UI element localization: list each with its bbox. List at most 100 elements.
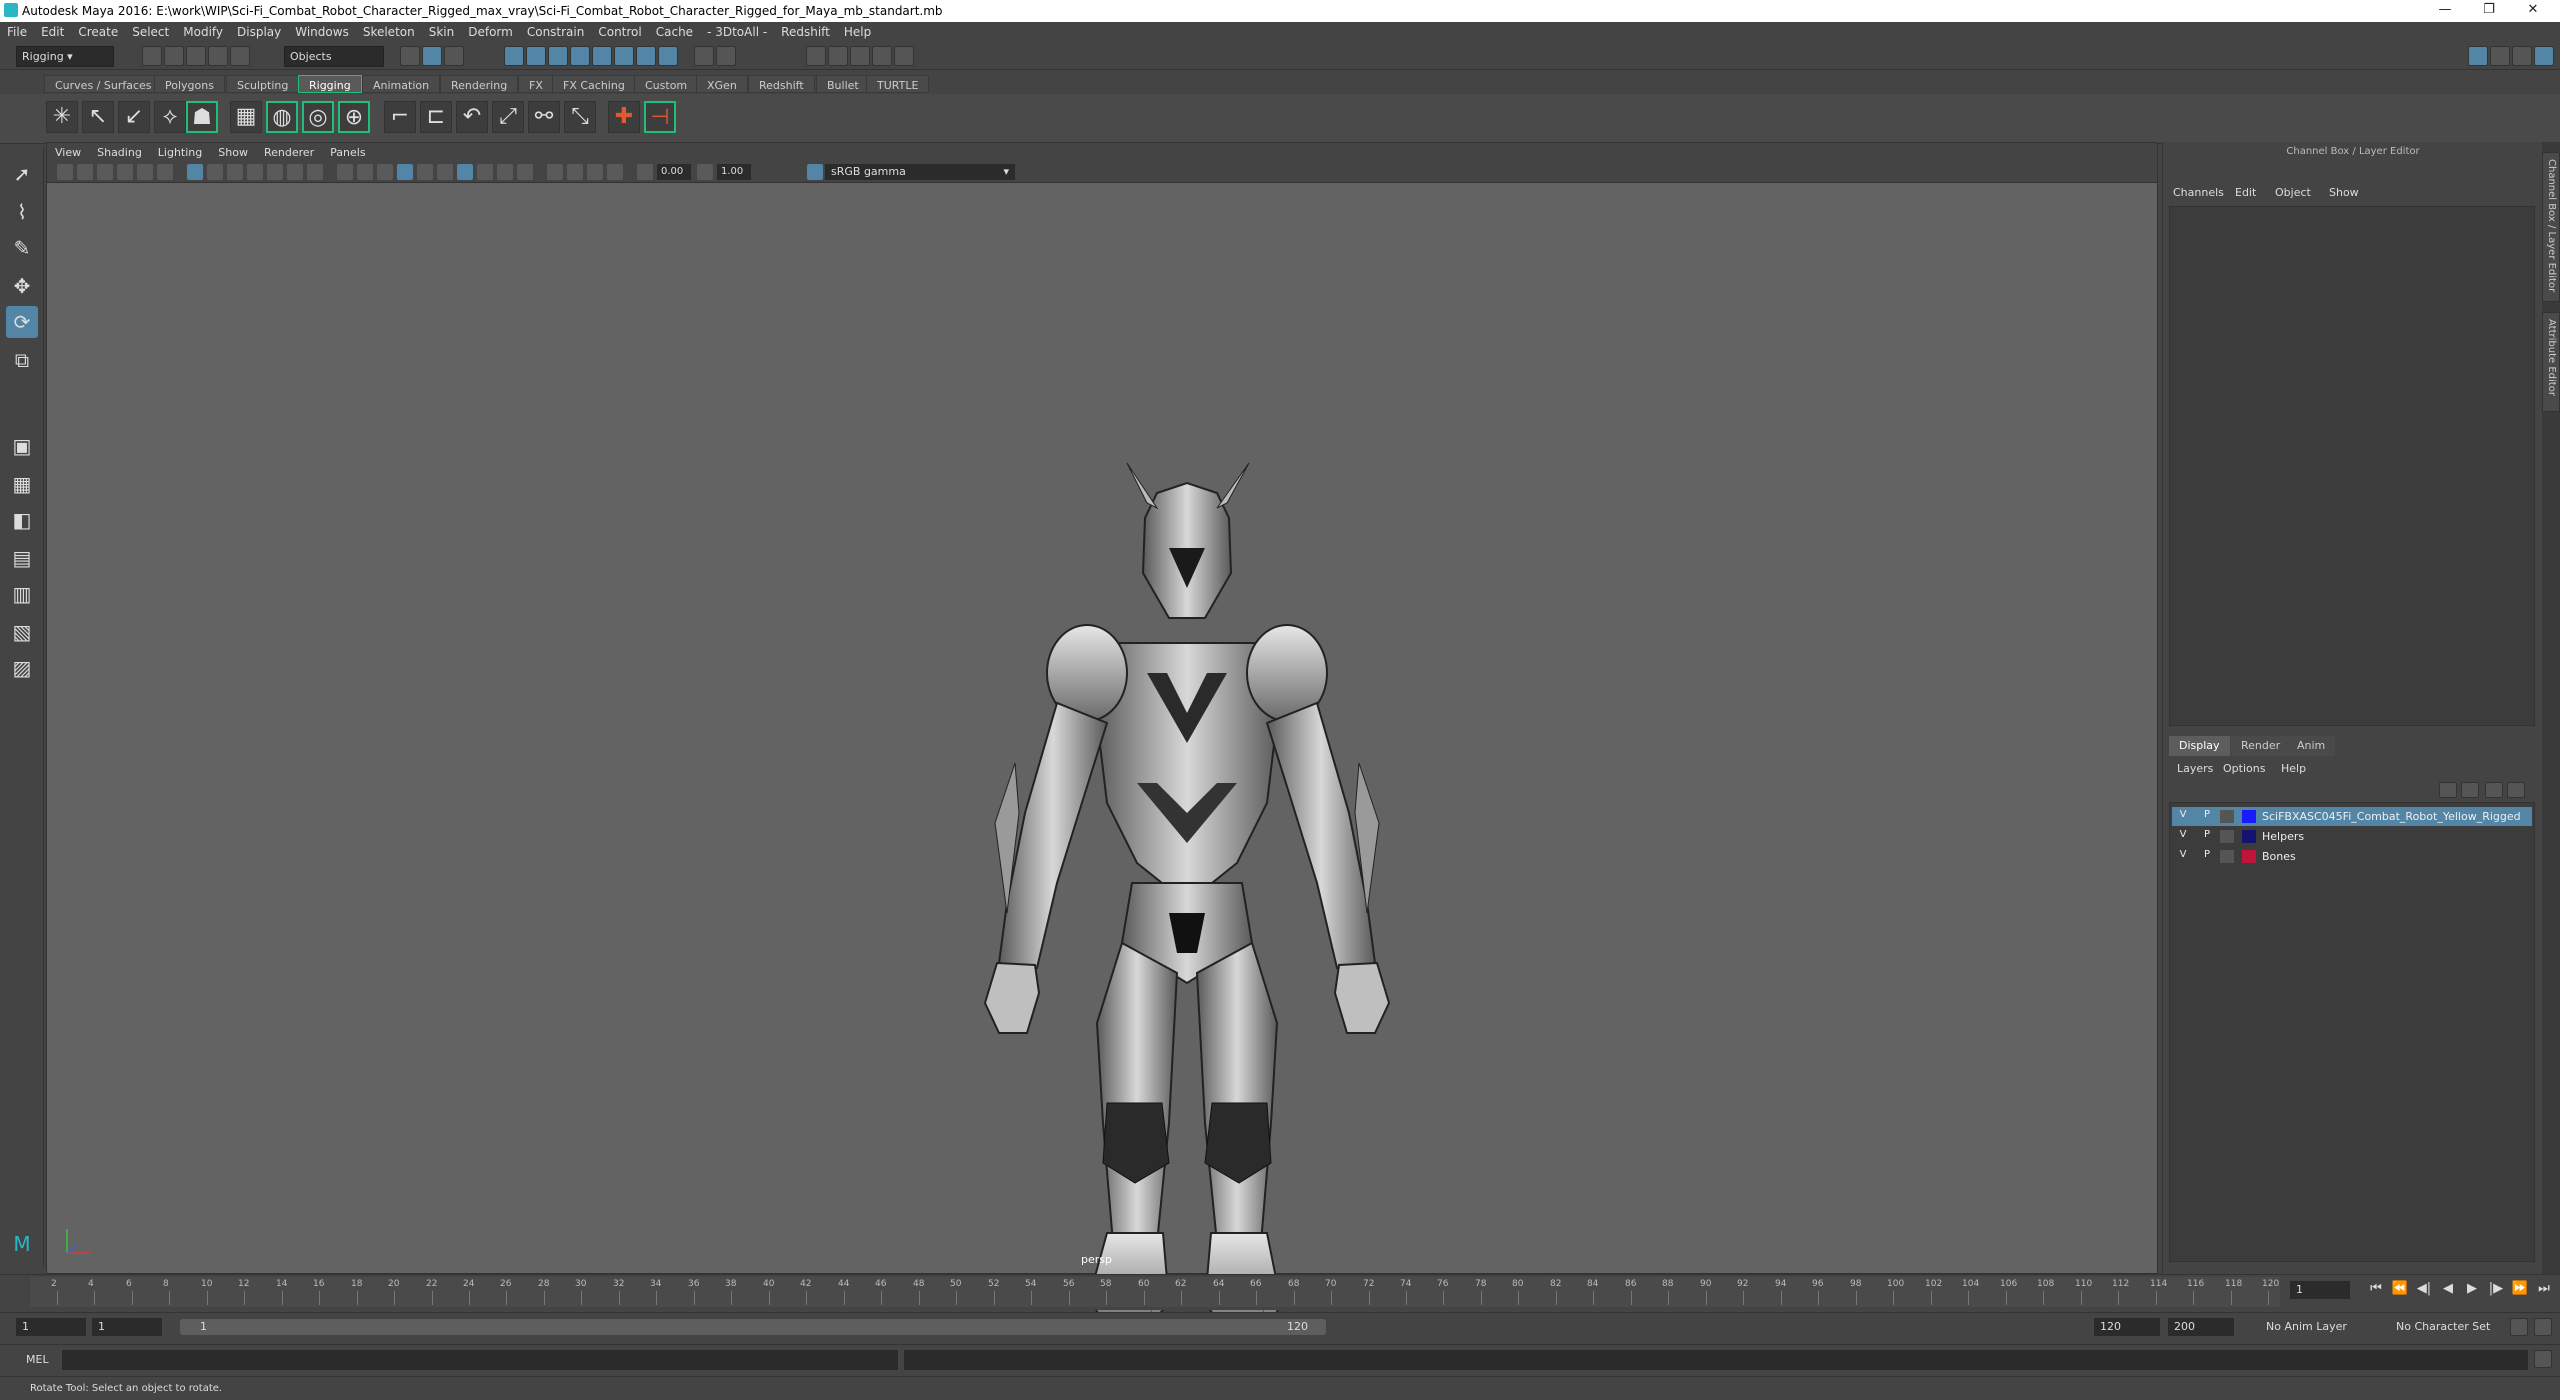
snap-view-icon[interactable] [592,46,612,66]
menu-display[interactable]: Display [230,22,288,39]
menu-constrain[interactable]: Constrain [520,22,592,39]
point-constraint-icon[interactable]: ✚ [608,101,640,133]
ik-spline-icon[interactable]: ↙ [118,101,150,133]
shelf-tab-polygons[interactable]: Polygons [154,75,225,93]
menu-deform[interactable]: Deform [461,22,520,39]
move-tool-icon[interactable]: ✥ [6,270,38,302]
shelf-tab-fx[interactable]: FX [518,75,554,93]
camera-attributes-icon[interactable] [77,164,93,180]
robot-character-model[interactable] [907,343,1467,1383]
command-language-label[interactable]: MEL [26,1353,49,1366]
shelf-tab-animation[interactable]: Animation [362,75,441,93]
screen-space-ao-icon[interactable] [477,164,493,180]
ipr-render-icon[interactable] [828,46,848,66]
time-slider[interactable]: 1 24681012141618202224262830323436384042… [0,1274,2560,1310]
single-view-icon[interactable]: ▣ [6,430,38,462]
auto-key-icon[interactable] [2510,1318,2528,1336]
vp-menu-lighting[interactable]: Lighting [150,143,210,159]
go-to-start-button[interactable]: ⏮ [2366,1281,2386,1301]
outliner-layout-icon[interactable]: ▧ [6,616,38,648]
new-layer-selected-icon[interactable] [2507,782,2525,798]
paint-select-icon[interactable]: ✎ [6,232,38,264]
side-tab-attribute-editor[interactable]: Attribute Editor [2542,312,2560,412]
gate-mask-icon[interactable] [247,164,263,180]
layer-playback-toggle[interactable]: P [2200,849,2214,863]
image-plane-icon[interactable] [117,164,133,180]
snap-point-icon[interactable] [548,46,568,66]
layer-visibility-toggle[interactable]: V [2176,849,2190,863]
shelf-tab-redshift[interactable]: Redshift [748,75,815,93]
script-editor-icon[interactable] [2534,1350,2552,1368]
snap-surface-icon[interactable] [570,46,590,66]
play-forward-button[interactable]: ▶ [2462,1281,2482,1301]
scale-tool-icon[interactable]: ⧉ [6,344,38,376]
textured-icon[interactable] [417,164,433,180]
go-to-end-button[interactable]: ⏭ [2534,1281,2554,1301]
shelf-tab-sculpting[interactable]: Sculpting [226,75,300,93]
layer-name[interactable]: Helpers [2262,830,2304,843]
attribute-editor-toggle-icon[interactable] [2512,46,2532,66]
blendshape-icon[interactable]: ⚯ [528,101,560,133]
layer-display-type[interactable] [2220,850,2234,863]
vp-menu-panels[interactable]: Panels [322,143,373,159]
preferences-icon[interactable] [2534,1318,2552,1336]
layer-color-swatch[interactable] [2242,830,2256,843]
new-layer-icon[interactable] [2485,782,2503,798]
symmetry-icon[interactable] [636,46,656,66]
wireframe-icon[interactable] [337,164,353,180]
select-camera-icon[interactable] [57,164,73,180]
object-menu[interactable]: Object [2275,186,2311,199]
menu-skin[interactable]: Skin [422,22,462,39]
shadows-icon[interactable] [457,164,473,180]
menu-control[interactable]: Control [591,22,648,39]
shelf-tab-rigging[interactable]: Rigging [298,75,362,93]
timeline-ruler[interactable]: 2 4 6 8 10 12 14 16 18 20 22 24 26 28 30 32 34 36 38 40 42 44… [30,1277,2280,1307]
menu-cache[interactable]: Cache [649,22,700,39]
layer-name[interactable]: SciFBXASC045Fi_Combat_Robot_Yellow_Rigge… [2262,810,2521,823]
lattice-icon[interactable]: ⊏ [420,101,452,133]
select-hierarchy-icon[interactable] [400,46,420,66]
resolution-gate-icon[interactable] [227,164,243,180]
safe-title-icon[interactable] [307,164,323,180]
menu-select[interactable]: Select [125,22,176,39]
new-scene-icon[interactable] [142,46,162,66]
layer-tab-display[interactable]: Display [2169,736,2230,756]
humanik-icon[interactable]: ☗ [186,101,218,133]
vp-menu-shading[interactable]: Shading [89,143,150,159]
snap-grid-icon[interactable] [504,46,524,66]
channel-box-area[interactable] [2169,206,2535,726]
use-all-lights-icon[interactable] [437,164,453,180]
side-tab-channel-box[interactable]: Channel Box / Layer Editor [2542,152,2560,302]
layer-display-type[interactable] [2220,810,2234,823]
layer-playback-toggle[interactable]: P [2200,809,2214,823]
sculpt-deformer-icon[interactable]: ⤢ [492,101,524,133]
playback-start-field[interactable]: 1 [92,1318,162,1336]
layer-visibility-toggle[interactable]: V [2176,829,2190,843]
menu-skeleton[interactable]: Skeleton [356,22,422,39]
layer-row[interactable]: V P Helpers [2172,827,2532,846]
help-menu[interactable]: Help [2281,762,2306,775]
xray-joints-icon[interactable] [587,164,603,180]
safe-action-icon[interactable] [287,164,303,180]
custom-layout-icon[interactable]: ▨ [6,652,38,684]
animation-end-field[interactable]: 200 [2168,1318,2234,1336]
layer-playback-toggle[interactable]: P [2200,829,2214,843]
bind-skin-icon[interactable]: ▦ [230,101,262,133]
character-set-dropdown[interactable]: No Character Set [2390,1318,2510,1336]
close-button[interactable]: ✕ [2518,2,2548,20]
range-bar[interactable]: 1 120 [180,1319,1326,1335]
undo-icon[interactable] [208,46,228,66]
minimize-button[interactable]: — [2430,2,2460,20]
vp-menu-show[interactable]: Show [210,143,256,159]
xray-components-icon[interactable] [607,164,623,180]
multisample-aa-icon[interactable] [517,164,533,180]
layer-color-swatch[interactable] [2242,810,2256,823]
lock-icon[interactable] [694,46,714,66]
persp-graph-icon[interactable]: ▤ [6,542,38,574]
layer-row[interactable]: V P SciFBXASC045Fi_Combat_Robot_Yellow_R… [2172,807,2532,826]
selection-mode-dropdown[interactable]: Objects [284,46,384,67]
parent-constraint-icon[interactable]: ⊣ [644,101,676,133]
shelf-tab-xgen[interactable]: XGen [696,75,748,93]
color-management-icon[interactable] [807,164,823,180]
select-component-icon[interactable] [444,46,464,66]
